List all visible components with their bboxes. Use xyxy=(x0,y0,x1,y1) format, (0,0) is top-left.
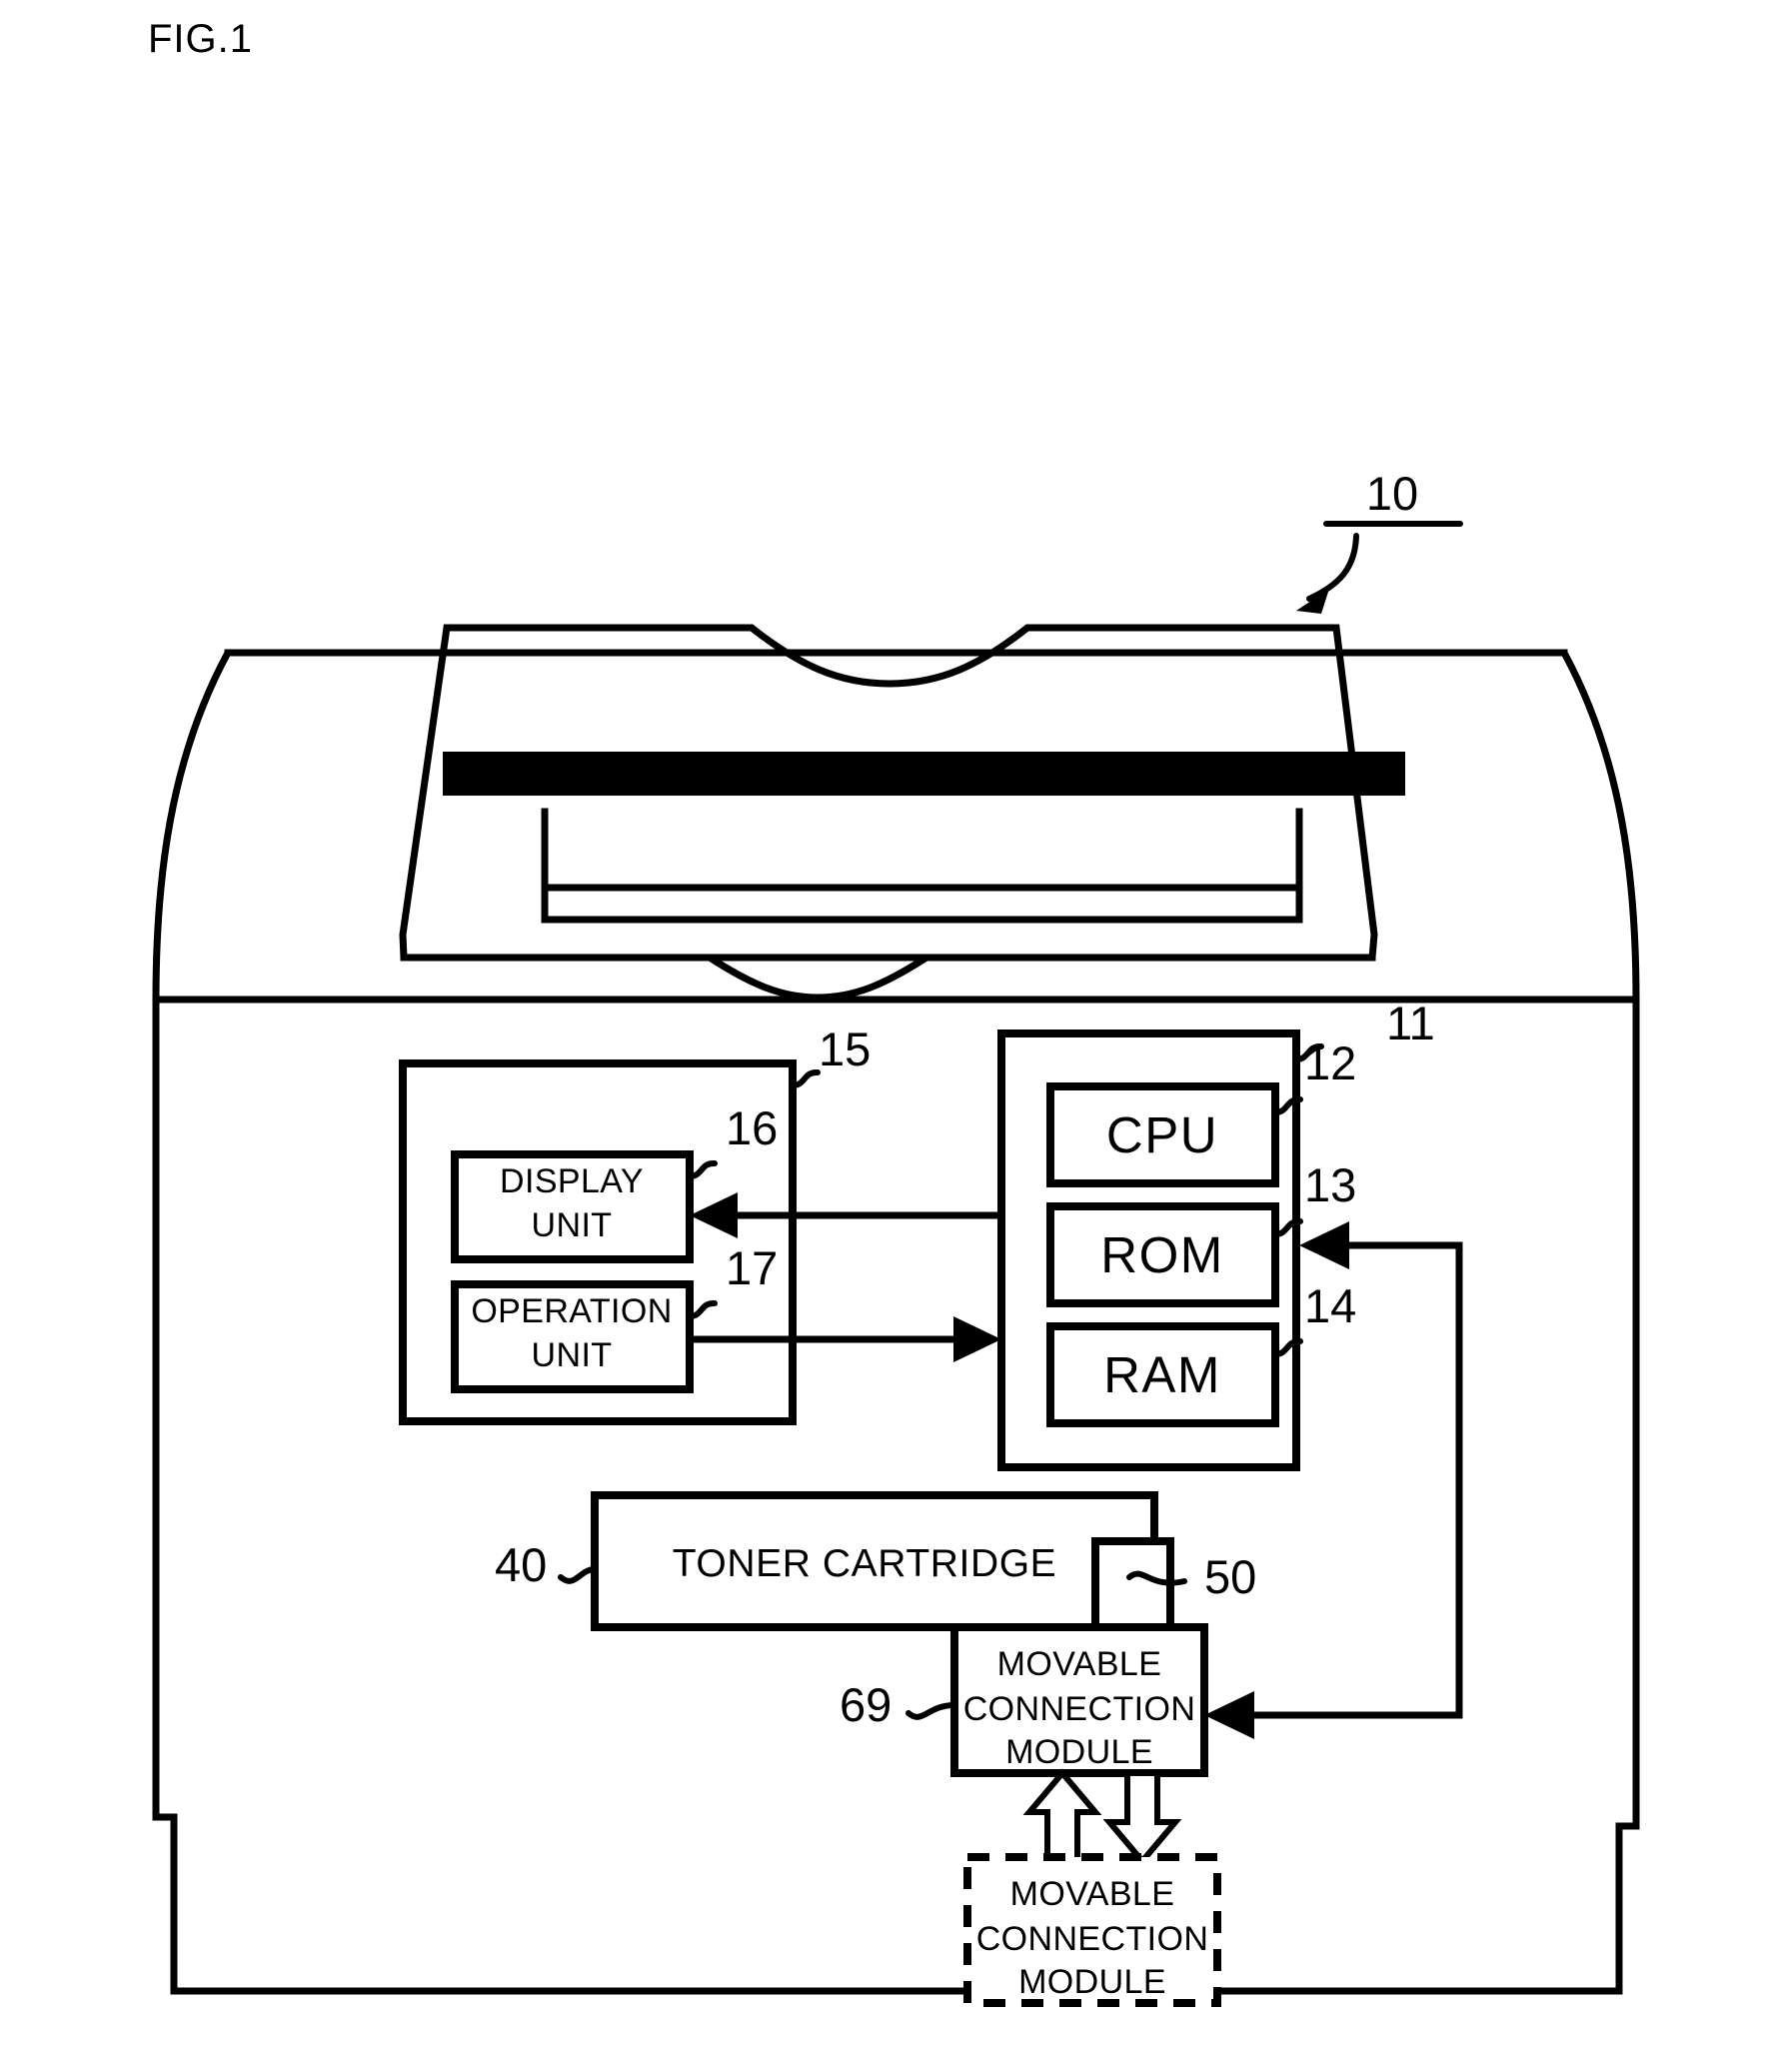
bus-arrowhead-to-controller xyxy=(1299,1221,1349,1269)
ref-13-label: 13 xyxy=(1304,1158,1356,1211)
ref-10-leader-arrowhead xyxy=(1296,589,1329,614)
cpu-label: CPU xyxy=(1106,1106,1218,1163)
ram-label: RAM xyxy=(1103,1346,1221,1403)
signal-operation-to-controller-arrowhead xyxy=(953,1316,1001,1362)
figure-drawing: FIG.1 10 15 DISPLAY UNIT 16 OPERATION UN… xyxy=(148,17,1640,2007)
ref-12-label: 12 xyxy=(1304,1036,1356,1089)
ref-14-label: 14 xyxy=(1304,1279,1356,1332)
ref-69-label: 69 xyxy=(840,1678,892,1731)
scanner-glass-bar xyxy=(443,752,1405,796)
ref-10-label: 10 xyxy=(1366,467,1418,520)
ref-16-label: 16 xyxy=(726,1101,778,1154)
printer-upper-shell-outline xyxy=(152,649,1640,1004)
movable-connection-alt-label-line2: CONNECTION xyxy=(976,1920,1209,1958)
figure-label: FIG.1 xyxy=(148,17,253,61)
ref-50-label: 50 xyxy=(1204,1550,1256,1603)
movable-connection-label-line2: CONNECTION xyxy=(963,1690,1196,1728)
display-unit-label-line2: UNIT xyxy=(532,1206,613,1244)
movable-connection-alt-label-line3: MODULE xyxy=(1018,1963,1166,2001)
hollow-arrow-down-icon xyxy=(1102,1770,1182,1866)
ref-17-label: 17 xyxy=(726,1241,778,1294)
ref-15-label: 15 xyxy=(819,1023,871,1075)
ref-40-leader xyxy=(558,1566,598,1584)
toner-cartridge-label: TONER CARTRIDGE xyxy=(673,1542,1057,1585)
hollow-arrow-up-icon xyxy=(1022,1768,1102,1864)
ref-69-leader xyxy=(905,1702,957,1720)
movable-connection-alt-label-line1: MOVABLE xyxy=(1010,1875,1175,1913)
operation-unit-label-line1: OPERATION xyxy=(471,1292,672,1330)
operation-unit-label-line2: UNIT xyxy=(532,1336,613,1374)
patent-figure-canvas: FIG.1 10 15 DISPLAY UNIT 16 OPERATION UN… xyxy=(0,0,1792,2048)
bus-arrowhead-to-movable-module xyxy=(1204,1691,1254,1739)
movable-connection-label-line1: MOVABLE xyxy=(997,1645,1162,1683)
scanner-front-dip-line xyxy=(400,954,1376,1002)
paper-output-tray-outline xyxy=(541,808,1303,924)
display-unit-label-line1: DISPLAY xyxy=(500,1162,644,1200)
rom-label: ROM xyxy=(1100,1226,1223,1283)
movable-connection-label-line3: MODULE xyxy=(1005,1733,1153,1771)
ref-10-leader-curve xyxy=(1306,533,1359,602)
ref-11-label: 11 xyxy=(1386,997,1435,1049)
ref-40-label: 40 xyxy=(495,1538,547,1591)
